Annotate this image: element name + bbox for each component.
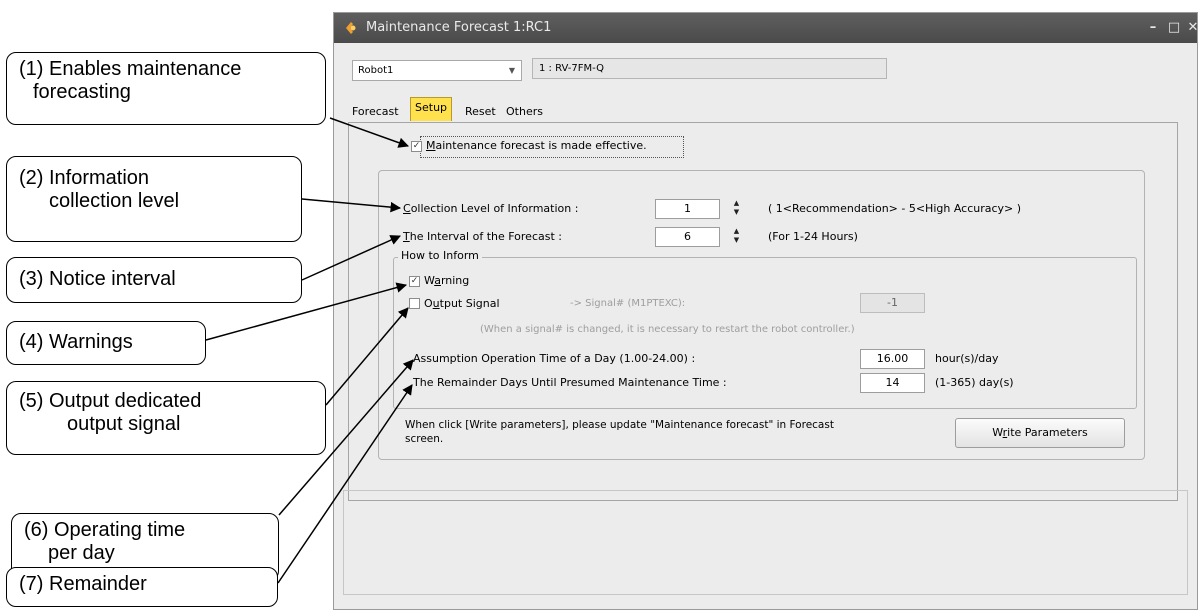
- arrow-to-remainder: [277, 384, 413, 584]
- arrow-to-interval: [301, 235, 401, 281]
- arrow-to-operating-time: [278, 359, 414, 516]
- arrow-to-warning: [205, 282, 408, 341]
- arrow-to-output-signal: [325, 307, 409, 406]
- callout-arrows: [205, 117, 414, 584]
- arrow-to-collection-level: [301, 198, 402, 213]
- arrow-to-enable-checkbox: [329, 117, 409, 148]
